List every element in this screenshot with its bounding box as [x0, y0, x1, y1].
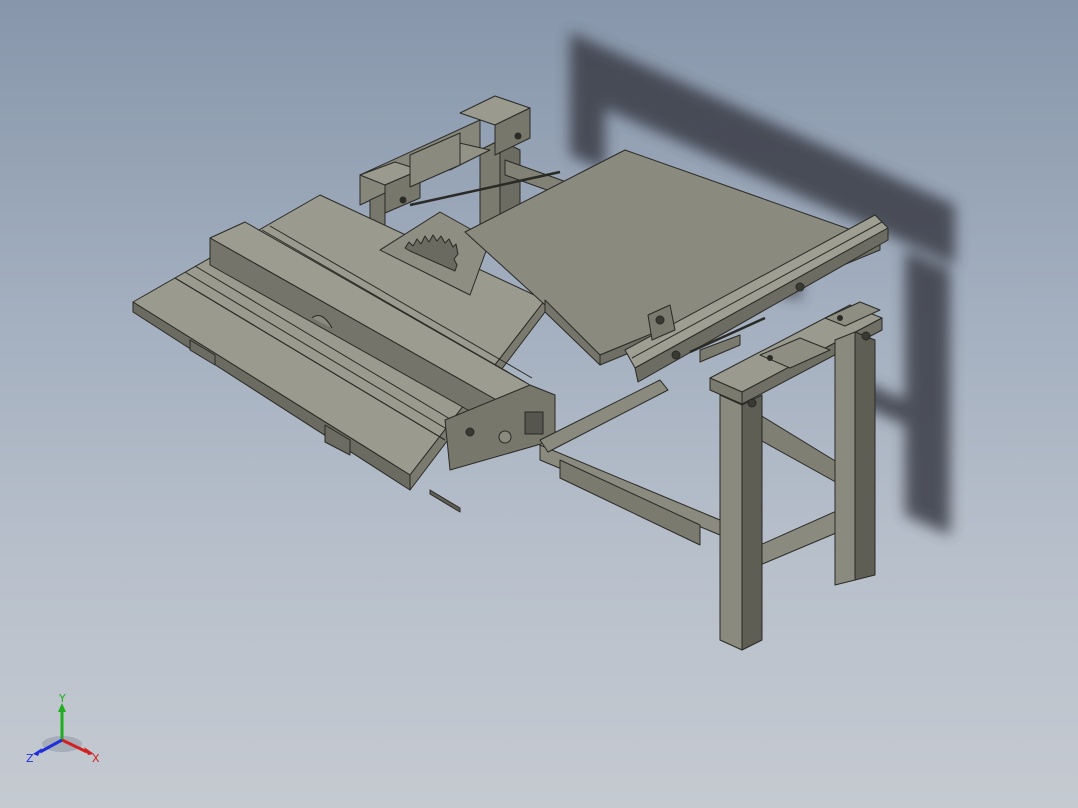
z-axis-label: Z	[26, 752, 34, 765]
front-leg-assembly	[709, 301, 883, 651]
x-axis-label: X	[92, 752, 100, 765]
model-view[interactable]	[0, 0, 1078, 808]
y-axis-label: Y	[58, 692, 66, 705]
graphics-viewport[interactable]: Y X Z	[0, 0, 1078, 808]
orientation-triad[interactable]: Y X Z	[22, 692, 112, 772]
